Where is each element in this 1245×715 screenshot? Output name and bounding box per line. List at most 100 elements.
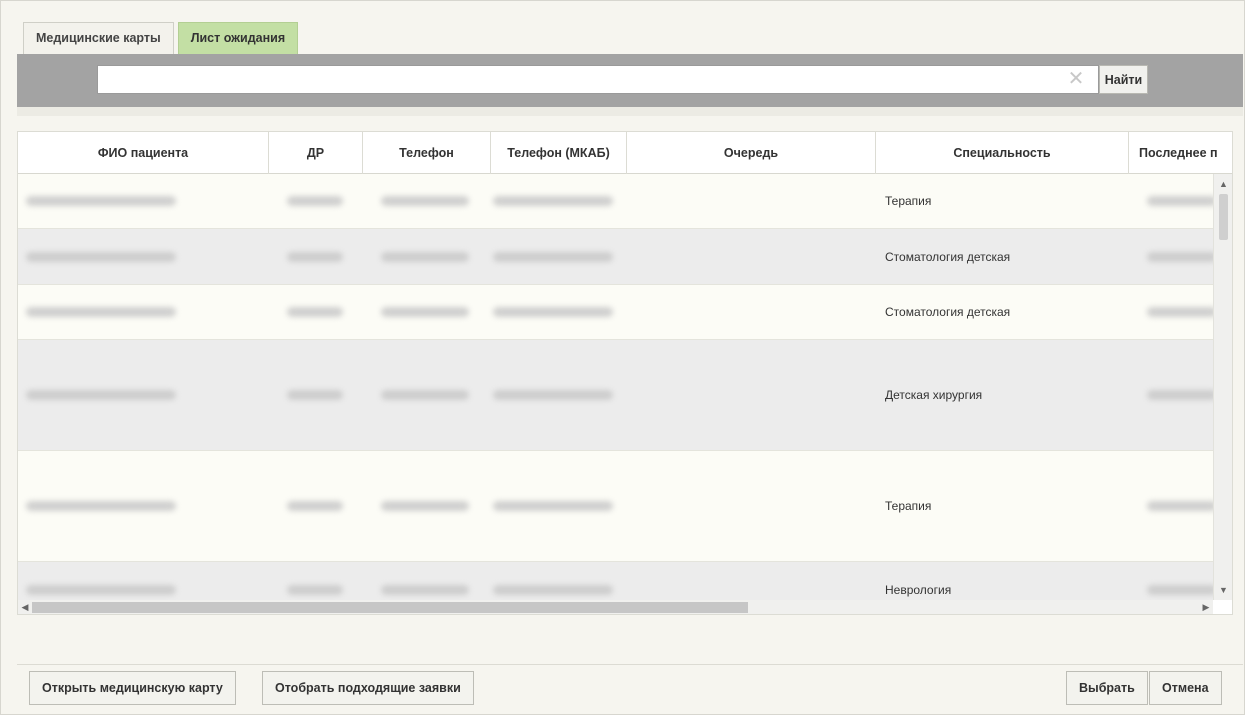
scroll-down-icon[interactable]: ▼ (1214, 582, 1232, 598)
redacted-value (493, 390, 613, 400)
redacted-value (287, 584, 343, 595)
table-row[interactable]: Стоматология детская (18, 285, 1213, 340)
search-panel: ✕ Найти (17, 54, 1243, 107)
redacted-value (287, 251, 343, 262)
search-input[interactable] (97, 65, 1099, 94)
open-medical-card-button[interactable]: Открыть медицинскую карту (29, 671, 236, 705)
scroll-left-icon[interactable]: ◀ (18, 600, 32, 614)
cell-redacted (1129, 285, 1213, 339)
cell-specialty: Детская хирургия (885, 388, 983, 402)
cell-redacted (491, 285, 627, 339)
cell-redacted (627, 229, 876, 284)
cell-redacted (18, 285, 269, 339)
cell-redacted (363, 340, 491, 450)
find-button[interactable]: Найти (1099, 65, 1148, 94)
cell-redacted (491, 562, 627, 600)
cell-redacted (363, 174, 491, 228)
redacted-value (26, 584, 176, 595)
column-header-queue[interactable]: Очередь (627, 132, 876, 174)
select-matching-requests-button[interactable]: Отобрать подходящие заявки (262, 671, 474, 705)
redacted-value (1147, 307, 1213, 317)
cell-redacted (18, 340, 269, 450)
table-header: ФИО пациента ДР Телефон Телефон (МКАБ) О… (18, 132, 1232, 174)
column-header-specialty[interactable]: Специальность (876, 132, 1129, 174)
cell-redacted (1129, 451, 1213, 561)
redacted-value (381, 584, 469, 595)
cell-redacted (627, 451, 876, 561)
choose-button[interactable]: Выбрать (1066, 671, 1148, 705)
table-body: Терапия Стоматология детская Стоматология … (18, 174, 1213, 600)
redacted-value (493, 584, 613, 595)
cell-specialty: Стоматология детская (885, 305, 1011, 319)
waiting-list-dialog: Медицинские карты Лист ожидания ✕ Найти … (0, 0, 1245, 715)
cell-specialty: Стоматология детская (885, 249, 1011, 264)
vertical-scrollbar[interactable]: ▲ ▼ (1213, 174, 1232, 600)
cell-redacted (627, 285, 876, 339)
cell-redacted (627, 174, 876, 228)
cell-redacted (269, 562, 363, 600)
redacted-value (381, 307, 469, 317)
column-header-last-visit[interactable]: Последнее п (1129, 132, 1232, 174)
column-header-phone[interactable]: Телефон (363, 132, 491, 174)
column-header-patient-name[interactable]: ФИО пациента (18, 132, 269, 174)
cell-redacted (627, 340, 876, 450)
cell-redacted (491, 451, 627, 561)
table-row[interactable]: Терапия (18, 174, 1213, 229)
search-panel-shadow (17, 107, 1243, 116)
redacted-value (26, 251, 176, 262)
redacted-value (26, 307, 176, 317)
cell-specialty: Терапия (885, 499, 932, 513)
cell-redacted (18, 229, 269, 284)
cell-redacted (269, 229, 363, 284)
column-header-birth-date[interactable]: ДР (269, 132, 363, 174)
redacted-value (1147, 390, 1213, 400)
table-row[interactable]: Детская хирургия (18, 340, 1213, 451)
cell-redacted (1129, 562, 1213, 600)
cell-redacted (1129, 174, 1213, 228)
redacted-value (1147, 584, 1213, 595)
cell-redacted (363, 562, 491, 600)
cell-specialty: Неврология (885, 582, 952, 597)
column-header-phone-mkab[interactable]: Телефон (МКАБ) (491, 132, 627, 174)
cell-redacted (491, 229, 627, 284)
cell-redacted (18, 451, 269, 561)
cell-redacted (363, 229, 491, 284)
cancel-button[interactable]: Отмена (1149, 671, 1222, 705)
horizontal-scroll-thumb[interactable] (32, 602, 748, 613)
clear-icon[interactable]: ✕ (1065, 68, 1087, 90)
redacted-value (26, 390, 176, 400)
redacted-value (26, 501, 176, 511)
redacted-value (287, 307, 343, 317)
redacted-value (381, 251, 469, 262)
redacted-value (381, 390, 469, 400)
redacted-value (287, 390, 343, 400)
cell-redacted (491, 340, 627, 450)
cell-redacted (269, 451, 363, 561)
horizontal-scrollbar[interactable]: ◀ ▶ (18, 600, 1213, 614)
tab-waiting-list[interactable]: Лист ожидания (177, 22, 299, 54)
scroll-up-icon[interactable]: ▲ (1214, 176, 1232, 192)
cell-redacted (1129, 229, 1213, 284)
redacted-value (493, 307, 613, 317)
cell-redacted (363, 285, 491, 339)
vertical-scroll-thumb[interactable] (1219, 194, 1228, 240)
redacted-value (287, 196, 343, 206)
redacted-value (381, 501, 469, 511)
redacted-value (1147, 251, 1213, 262)
table-row[interactable]: Терапия (18, 451, 1213, 562)
scroll-right-icon[interactable]: ▶ (1199, 600, 1213, 614)
cell-redacted (491, 174, 627, 228)
cell-redacted (269, 340, 363, 450)
tab-medical-cards[interactable]: Медицинские карты (23, 22, 174, 54)
redacted-value (493, 501, 613, 511)
waiting-list-table: ФИО пациента ДР Телефон Телефон (МКАБ) О… (17, 131, 1233, 615)
cell-redacted (1129, 340, 1213, 450)
redacted-value (1147, 196, 1213, 206)
cell-redacted (269, 174, 363, 228)
redacted-value (381, 196, 469, 206)
tab-bar: Медицинские карты Лист ожидания (23, 22, 302, 54)
cell-redacted (627, 562, 876, 600)
table-row[interactable]: Стоматология детская (18, 229, 1213, 285)
redacted-value (493, 251, 613, 262)
table-row[interactable]: Неврология (18, 562, 1213, 600)
